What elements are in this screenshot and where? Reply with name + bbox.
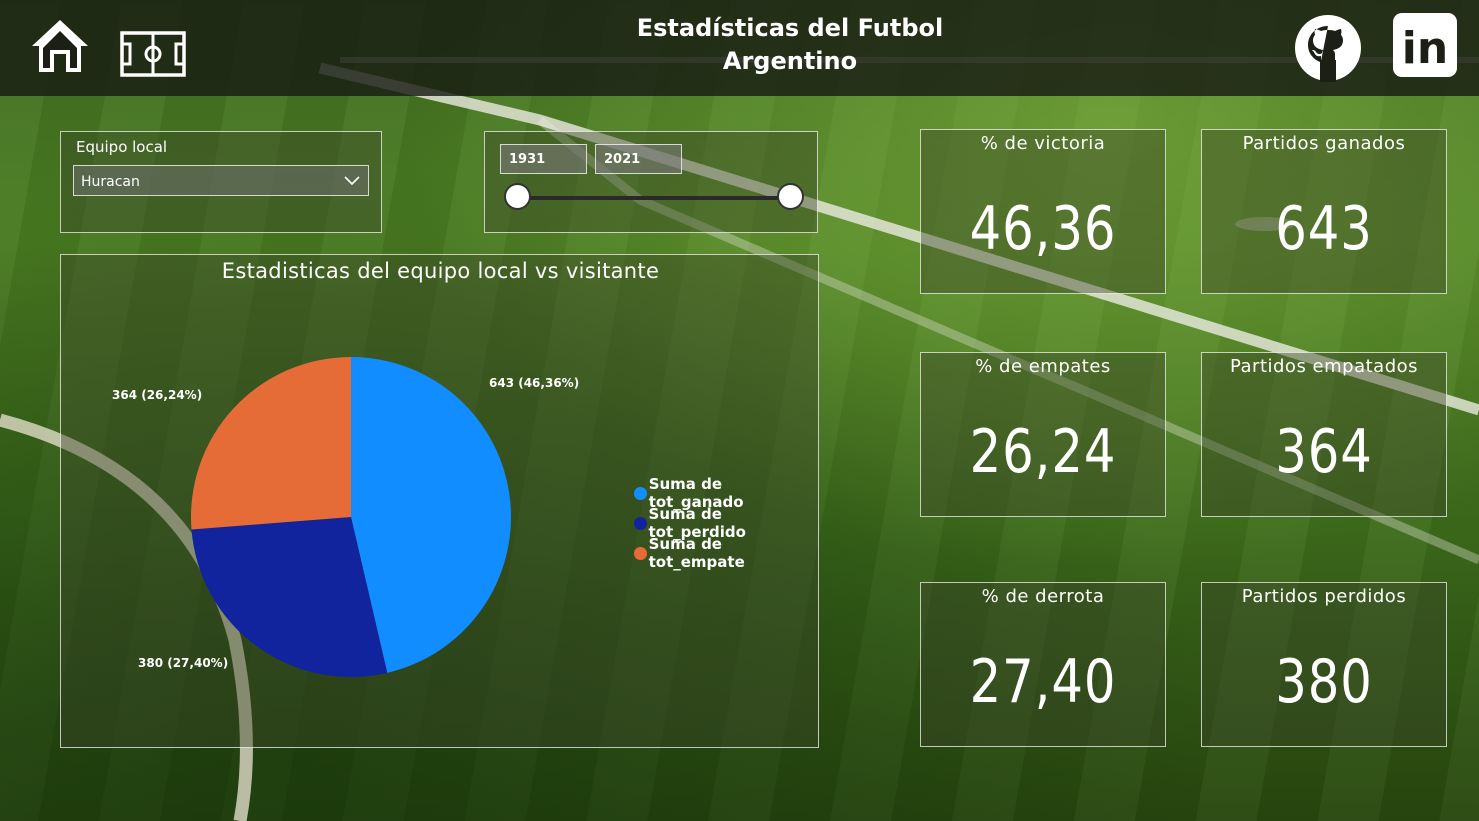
kpi-card-value: 380 xyxy=(1275,647,1373,717)
team-dropdown[interactable]: Huracan xyxy=(73,165,369,196)
kpi-card-label: % de derrota xyxy=(981,586,1105,607)
team-slicer: Equipo local Huracan xyxy=(60,131,382,233)
legend-item-1[interactable]: Suma de tot_perdido xyxy=(634,505,818,541)
year-end-input[interactable]: 2021 xyxy=(595,144,682,174)
kpi-card-won-count: Partidos ganados 643 xyxy=(1201,129,1447,294)
kpi-card-label: Partidos empatados xyxy=(1229,356,1419,377)
legend-dot-0 xyxy=(634,486,647,500)
home-icon[interactable] xyxy=(30,16,90,76)
kpi-card-value: 46,36 xyxy=(969,194,1117,264)
header-bar: Estadísticas del Futbol Argentino in xyxy=(0,0,1479,96)
kpi-card-loss-pct: % de derrota 27,40 xyxy=(920,582,1166,747)
team-dropdown-value: Huracan xyxy=(81,174,140,190)
page-title-line2: Argentino xyxy=(722,47,858,75)
chart-legend: Suma de tot_ganado Suma de tot_perdido Sum… xyxy=(634,475,818,571)
legend-dot-2 xyxy=(634,546,647,560)
pie-slice-2[interactable] xyxy=(191,357,351,530)
pie-chart-panel: Estadisticas del equipo local vs visitan… xyxy=(60,254,819,748)
linkedin-icon-label: in xyxy=(1402,23,1448,74)
page-title-line1: Estadísticas del Futbol xyxy=(636,14,944,42)
year-slider-end-handle[interactable] xyxy=(777,183,804,210)
legend-label-2: Suma de tot_empate xyxy=(648,535,745,571)
legend-item-0[interactable]: Suma de tot_ganado xyxy=(634,475,818,511)
chevron-down-icon xyxy=(344,176,360,186)
kpi-card-win-pct: % de victoria 46,36 xyxy=(920,129,1166,294)
year-slider-start-handle[interactable] xyxy=(504,183,531,210)
kpi-card-value: 26,24 xyxy=(969,417,1117,487)
kpi-card-value: 27,40 xyxy=(969,647,1117,717)
team-slicer-label: Equipo local xyxy=(76,138,168,156)
kpi-card-loss-count: Partidos perdidos 380 xyxy=(1201,582,1447,747)
year-slider-track[interactable] xyxy=(517,196,793,200)
page-title: Estadísticas del Futbol Argentino xyxy=(590,12,990,78)
pie-data-label-1: 380 (27,40%) xyxy=(138,656,228,670)
kpi-card-value: 364 xyxy=(1275,417,1373,487)
soccer-field-icon[interactable] xyxy=(120,30,186,78)
year-start-input[interactable]: 1931 xyxy=(500,144,587,174)
kpi-card-label: Partidos perdidos xyxy=(1241,586,1407,607)
kpi-card-draw-count: Partidos empatados 364 xyxy=(1201,352,1447,517)
kpi-card-value: 643 xyxy=(1275,194,1373,264)
linkedin-icon[interactable]: in xyxy=(1392,12,1458,78)
year-range-slicer: 1931 2021 xyxy=(484,131,818,233)
legend-dot-1 xyxy=(634,516,647,530)
pie-data-label-2: 364 (26,24%) xyxy=(112,388,202,402)
kpi-card-label: % de victoria xyxy=(980,133,1106,154)
legend-item-2[interactable]: Suma de tot_empate xyxy=(634,535,818,571)
kpi-card-label: Partidos ganados xyxy=(1242,133,1406,154)
pie-data-label-0: 643 (46,36%) xyxy=(489,376,579,390)
kpi-card-draw-pct: % de empates 26,24 xyxy=(920,352,1166,517)
github-icon[interactable] xyxy=(1294,14,1362,82)
kpi-card-label: % de empates xyxy=(975,356,1111,377)
